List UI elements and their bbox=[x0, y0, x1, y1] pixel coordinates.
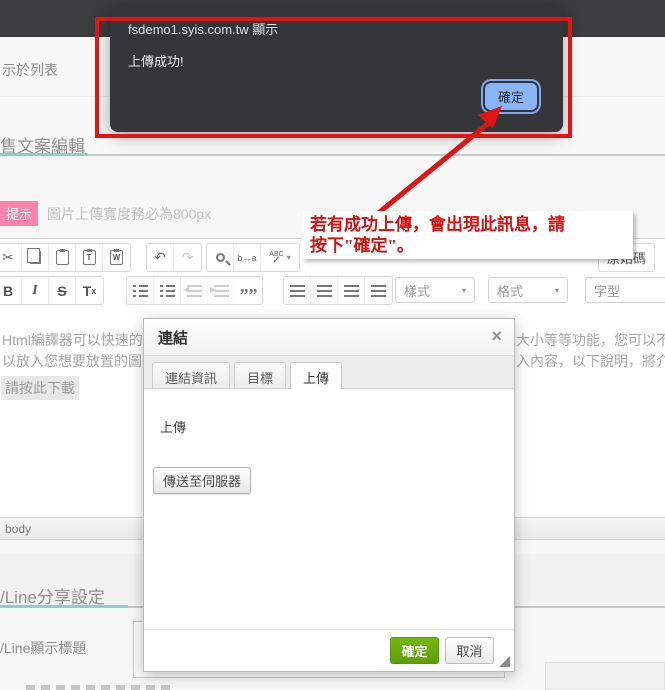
hint-badge: 提示 bbox=[0, 201, 38, 226]
font-dropdown[interactable]: 字型 bbox=[585, 277, 665, 303]
annotation-callout: 若有成功上傳，會出現此訊息，請 按下"確定"。 bbox=[302, 211, 633, 259]
remove-format-icon[interactable]: Tx bbox=[76, 277, 103, 304]
resize-handle[interactable] bbox=[499, 656, 510, 667]
cut-icon[interactable]: ✂ bbox=[0, 244, 22, 271]
dialog-header: 連結 × bbox=[144, 319, 514, 356]
upload-field-label: 上傳 bbox=[160, 417, 186, 436]
toolbar-find-group: b→a ABC ✓ ▾ bbox=[206, 243, 300, 272]
tab-link-info[interactable]: 連結資訊 bbox=[152, 362, 230, 388]
dialog-cancel-button[interactable]: 取消 bbox=[445, 637, 494, 664]
toolbar-align-group bbox=[283, 276, 393, 305]
redo-icon[interactable]: ↷ bbox=[174, 244, 201, 271]
spellcheck-icon[interactable]: ABC ✓ ▾ bbox=[261, 244, 299, 271]
hint-text: 圖片上傳寬度務必為800px bbox=[47, 204, 211, 224]
editor-text-line2: 以放入您想要放置的圖 bbox=[2, 351, 142, 371]
copy-icon[interactable] bbox=[22, 244, 49, 271]
toolbar-undo-group: ↶ ↷ bbox=[146, 243, 202, 272]
bullet-list-icon[interactable] bbox=[154, 277, 181, 304]
list-display-label: 示於列表 bbox=[2, 60, 58, 80]
editor-text-line1: Html編譯器可以快速的 bbox=[2, 330, 143, 350]
dialog-title: 連結 bbox=[158, 327, 188, 348]
paste-icon[interactable] bbox=[49, 244, 76, 271]
dialog-tabs: 連結資訊 目標 上傳 bbox=[144, 356, 514, 389]
bold-icon[interactable]: B bbox=[0, 277, 22, 304]
numbered-list-icon[interactable] bbox=[127, 277, 154, 304]
outdent-icon[interactable]: ◀ bbox=[181, 277, 208, 304]
justify-icon[interactable] bbox=[365, 277, 392, 304]
dialog-footer: 確定 取消 bbox=[144, 629, 514, 671]
dialog-ok-button[interactable]: 確定 bbox=[390, 637, 439, 664]
paste-from-word-icon[interactable]: W bbox=[103, 244, 130, 271]
section-accent bbox=[0, 153, 88, 156]
link-dialog: 連結 × 連結資訊 目標 上傳 上傳 傳送至伺服器 確定 取消 bbox=[143, 318, 515, 672]
undo-icon[interactable]: ↶ bbox=[147, 244, 174, 271]
search-icon[interactable] bbox=[207, 244, 234, 271]
blockquote-icon[interactable]: ”” bbox=[235, 277, 262, 304]
replace-icon[interactable]: b→a bbox=[234, 244, 261, 271]
section-underline bbox=[0, 154, 665, 156]
chevron-down-icon: ▾ bbox=[555, 286, 559, 295]
section-accent bbox=[0, 605, 128, 608]
align-left-icon[interactable] bbox=[284, 277, 311, 304]
format-dropdown[interactable]: 格式 ▾ bbox=[488, 277, 568, 303]
send-to-server-button[interactable]: 傳送至伺服器 bbox=[153, 467, 251, 494]
align-right-icon[interactable] bbox=[338, 277, 365, 304]
strikethrough-icon[interactable]: S bbox=[49, 277, 76, 304]
editor-text-line2-right: 入內容，以下說明，將介紹 bbox=[516, 351, 665, 371]
close-icon[interactable]: × bbox=[491, 326, 502, 347]
screenshot-stage: 示於列表 售文案編輯 提示 圖片上傳寬度務必為800px ✂ T W ↶ ↷ b… bbox=[0, 0, 665, 690]
toolbar-list-group: ◀ ▶ ”” bbox=[126, 276, 263, 305]
bottom-field bbox=[545, 662, 665, 690]
align-center-icon[interactable] bbox=[311, 277, 338, 304]
chevron-down-icon: ▾ bbox=[287, 253, 291, 262]
indent-icon[interactable]: ▶ bbox=[208, 277, 235, 304]
tab-target[interactable]: 目標 bbox=[234, 362, 286, 388]
download-link[interactable]: 請按此下載 bbox=[1, 376, 79, 400]
italic-icon[interactable]: I bbox=[22, 277, 49, 304]
toolbar-basicstyles-group: B I S Tx bbox=[0, 276, 104, 305]
tab-upload[interactable]: 上傳 bbox=[290, 362, 342, 389]
chevron-down-icon: ▾ bbox=[462, 286, 466, 295]
paste-as-text-icon[interactable]: T bbox=[76, 244, 103, 271]
annotation-line2: 按下"確定"。 bbox=[310, 235, 625, 256]
dialog-body: 上傳 傳送至伺服器 bbox=[144, 389, 514, 629]
annotation-line1: 若有成功上傳，會出現此訊息，請 bbox=[310, 214, 625, 235]
editor-text-line1-right: 大小等等功能，您可以不用 bbox=[516, 330, 665, 350]
share-title-label: /Line顯示標題 bbox=[0, 638, 86, 658]
style-dropdown[interactable]: 樣式 ▾ bbox=[395, 277, 475, 303]
clipped-text-row bbox=[26, 685, 176, 690]
toolbar-clipboard-group: ✂ T W bbox=[0, 243, 131, 272]
path-element[interactable]: body bbox=[5, 522, 31, 536]
